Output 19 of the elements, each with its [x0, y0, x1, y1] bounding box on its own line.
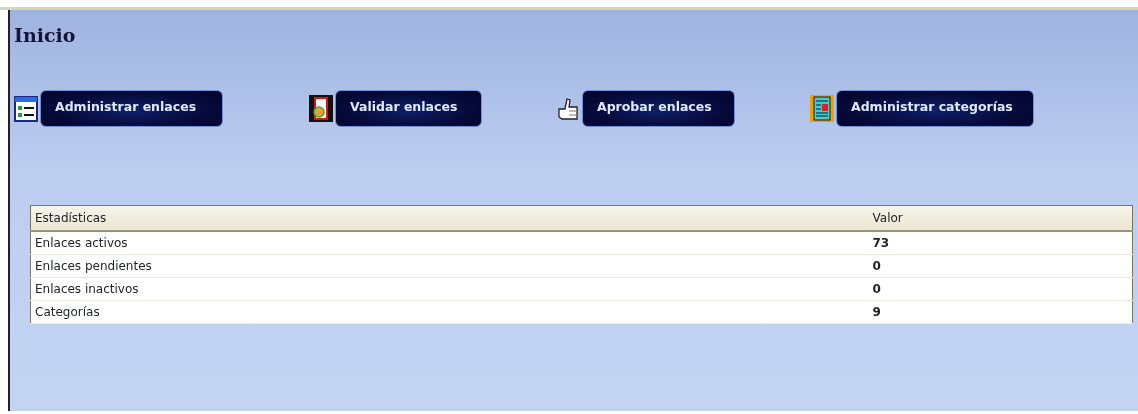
- action-button[interactable]: Administrar categorías: [836, 90, 1034, 128]
- table-cell: Enlaces pendientes: [30, 254, 869, 278]
- table-cell: Categorías: [30, 300, 869, 324]
- table-cell: 0: [868, 254, 1133, 278]
- list-icon: [14, 95, 38, 123]
- newspaper-icon: [810, 95, 834, 123]
- document-icon: [309, 95, 333, 123]
- table-cell: 0: [868, 277, 1133, 301]
- table-cell: 73: [868, 230, 1133, 255]
- thumbs-up-icon: [556, 95, 580, 123]
- table-cell: Enlaces activos: [30, 230, 869, 255]
- action-button[interactable]: Validar enlaces: [335, 90, 482, 128]
- page-title: Inicio: [14, 24, 77, 47]
- column-header: Valor: [868, 205, 1133, 231]
- action-button[interactable]: Aprobar enlaces: [582, 90, 735, 128]
- column-header: Estadísticas: [30, 205, 869, 231]
- table-cell: Enlaces inactivos: [30, 277, 869, 301]
- action-button[interactable]: Administrar enlaces: [40, 90, 223, 128]
- table-cell: 9: [868, 300, 1133, 324]
